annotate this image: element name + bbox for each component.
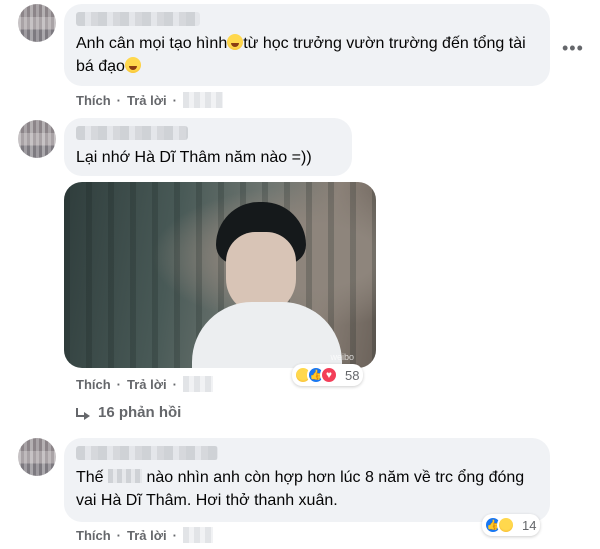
comment-bubble: Anh cân mọi tạo hình từ học trưởng vườn t… [64, 4, 550, 86]
grinning-emoji-icon [227, 34, 244, 50]
separator: · [172, 376, 177, 392]
separator: · [172, 527, 177, 543]
photo-watermark: weibo [330, 352, 354, 362]
reply-arrow-icon [76, 407, 90, 420]
reply-link[interactable]: Trả lời [127, 93, 167, 108]
reaction-summary[interactable]: 👍 ♥ 58 [292, 364, 364, 386]
haha-reaction-icon [497, 516, 515, 534]
timestamp-blurred[interactable] [182, 527, 213, 543]
separator: · [172, 92, 177, 108]
like-link[interactable]: Thích [76, 93, 111, 108]
replies-count-label: 16 phản hồi [98, 404, 182, 421]
reply-link[interactable]: Trả lời [127, 377, 167, 392]
reaction-summary[interactable]: 👍 14 [482, 514, 541, 536]
grinning-emoji-icon [124, 57, 141, 73]
love-reaction-icon: ♥ [320, 366, 338, 384]
comment-bubble: Lại nhớ Hà Dĩ Thâm năm nào =)) [64, 118, 352, 176]
like-link[interactable]: Thích [76, 528, 111, 543]
reply-link[interactable]: Trả lời [127, 528, 167, 543]
separator: · [116, 92, 122, 108]
reaction-count: 14 [522, 517, 537, 533]
censored-word [108, 469, 143, 483]
separator: · [116, 376, 122, 392]
avatar[interactable] [18, 438, 56, 476]
separator: · [116, 527, 122, 543]
author-name-blurred[interactable] [76, 446, 218, 460]
timestamp-blurred[interactable] [182, 376, 213, 392]
author-name-blurred[interactable] [76, 126, 188, 140]
more-horizontal-icon[interactable]: ••• [562, 38, 584, 59]
comment-text: Lại nhớ Hà Dĩ Thâm năm nào =)) [76, 149, 312, 166]
view-replies-link[interactable]: 16 phản hồi [76, 404, 181, 421]
avatar[interactable] [18, 4, 56, 42]
comment-actions: Thích · Trả lời · [76, 376, 213, 392]
like-link[interactable]: Thích [76, 377, 111, 392]
comment-actions: Thích · Trả lời · [76, 92, 223, 108]
comment-bubble: Thế nào nhìn anh còn hợp hơn lúc 8 năm v… [64, 438, 550, 522]
comment-text: Thế nào nhìn anh còn hợp hơn lúc 8 năm v… [76, 469, 529, 509]
reaction-count: 58 [345, 367, 360, 383]
avatar[interactable] [18, 120, 56, 158]
comment-photo[interactable]: weibo [64, 182, 376, 368]
comment-actions: Thích · Trả lời · [76, 527, 213, 543]
author-name-blurred[interactable] [76, 12, 200, 26]
timestamp-blurred[interactable] [182, 92, 223, 108]
comment-text: Anh cân mọi tạo hình từ học trưởng vườn t… [76, 34, 531, 75]
